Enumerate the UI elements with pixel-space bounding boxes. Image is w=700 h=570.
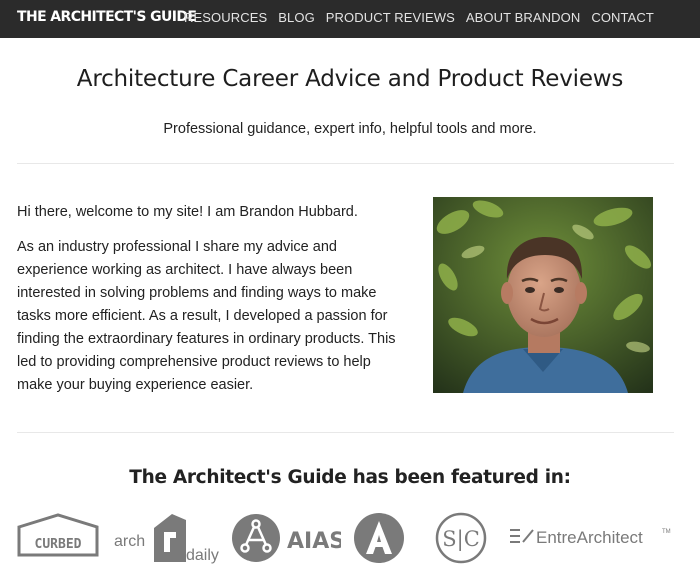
entrearchitect-tm: TM xyxy=(662,529,671,535)
curbed-text: CURBED xyxy=(35,537,82,552)
aias-logo: AIAS xyxy=(231,512,345,564)
intro-greeting: Hi there, welcome to my site! I am Brand… xyxy=(17,204,358,220)
architect-a-logo xyxy=(352,512,406,564)
nav-product-reviews[interactable]: PRODUCT REVIEWS xyxy=(326,10,455,25)
page-subtitle: Professional guidance, expert info, help… xyxy=(163,121,537,137)
top-navigation-bar: THE ARCHITECT'S GUIDE RESOURCES BLOG PRO… xyxy=(0,0,700,38)
archdaily-logo: arch daily xyxy=(114,510,220,565)
featured-logos: CURBED arch daily AIAS S|C EntreArchitec… xyxy=(0,510,700,567)
entrearchitect-text: EntreArchitect xyxy=(536,528,643,547)
site-logo[interactable]: THE ARCHITECT'S GUIDE xyxy=(17,9,197,25)
divider xyxy=(17,432,674,433)
intro-body: As an industry professional I share my a… xyxy=(17,239,396,393)
nav-about-brandon[interactable]: ABOUT BRANDON xyxy=(466,10,580,25)
sc-logo: S|C xyxy=(435,512,487,564)
divider xyxy=(17,163,674,164)
archdaily-text-left: arch xyxy=(114,533,145,550)
aias-text: AIAS xyxy=(287,529,341,554)
sc-text: S|C xyxy=(442,527,480,552)
nav-contact[interactable]: CONTACT xyxy=(591,10,654,25)
nav-blog[interactable]: BLOG xyxy=(278,10,315,25)
curbed-logo: CURBED xyxy=(17,513,99,557)
page-title: Architecture Career Advice and Product R… xyxy=(76,66,624,92)
featured-heading: The Architect's Guide has been featured … xyxy=(129,467,571,488)
author-photo xyxy=(433,197,653,393)
intro-section: Hi there, welcome to my site! I am Brand… xyxy=(17,201,397,397)
nav-resources[interactable]: RESOURCES xyxy=(184,10,267,25)
main-nav: RESOURCES BLOG PRODUCT REVIEWS ABOUT BRA… xyxy=(184,10,654,25)
archdaily-text-right: daily xyxy=(186,547,219,564)
entrearchitect-logo: EntreArchitect TM xyxy=(509,522,674,552)
